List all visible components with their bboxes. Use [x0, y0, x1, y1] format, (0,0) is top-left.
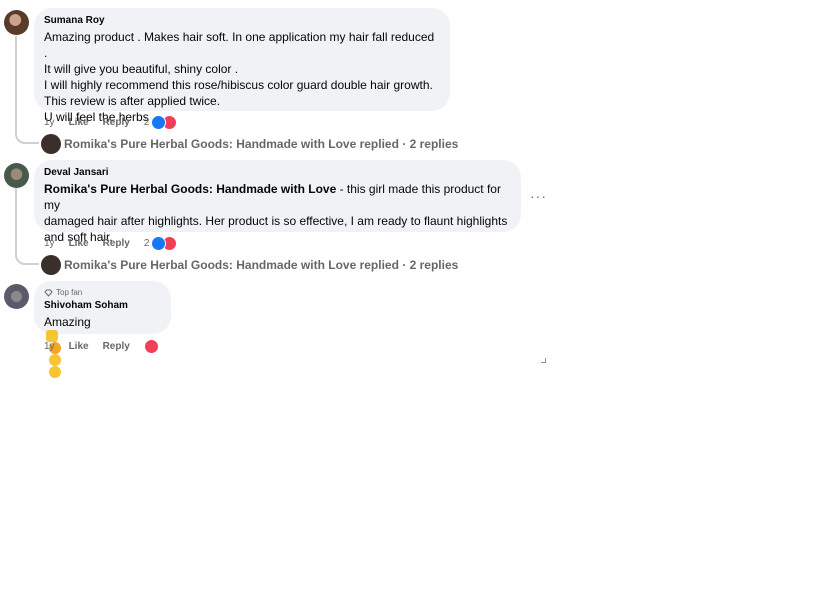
comment-line: It will give you beautiful, shiny color …: [44, 62, 239, 76]
reaction-count[interactable]: 2: [144, 238, 150, 249]
comment-time[interactable]: 1y: [44, 117, 55, 128]
like-reaction-icon[interactable]: [151, 235, 167, 251]
like-button[interactable]: Like: [69, 117, 89, 128]
comment-actions: 1y Like Reply 2: [44, 235, 178, 251]
replies-text[interactable]: Romika's Pure Herbal Goods: Handmade wit…: [64, 258, 458, 272]
comment-author[interactable]: Deval Jansari: [44, 167, 511, 179]
like-reaction-icon[interactable]: [151, 114, 167, 130]
comment-bubble: Deval Jansari Romika's Pure Herbal Goods…: [34, 160, 521, 244]
comment-line: Romika's Pure Herbal Goods: Handmade wit…: [44, 181, 511, 213]
love-reaction-icon[interactable]: [143, 338, 159, 354]
replies-link[interactable]: Romika's Pure Herbal Goods: Handmade wit…: [41, 255, 458, 275]
avatar[interactable]: [4, 284, 29, 309]
comment-bubble: Top fan Shivoham Soham Amazing: [34, 281, 171, 378]
comment-line: This review is after applied twice.: [44, 94, 221, 108]
comment-line: damaged hair after highlights. Her produ…: [44, 214, 508, 228]
comment-text: Amazing product . Makes hair soft. In on…: [44, 29, 440, 125]
thread-line: [15, 36, 17, 136]
page-avatar: [41, 134, 61, 154]
reply-button[interactable]: Reply: [103, 117, 130, 128]
comment-line: Amazing product . Makes hair soft. In on…: [44, 30, 435, 60]
comment-line: Amazing: [44, 315, 91, 329]
page-avatar: [41, 255, 61, 275]
astonished-face-icon: [49, 354, 61, 366]
like-button[interactable]: Like: [69, 341, 89, 352]
reaction-count[interactable]: 2: [144, 117, 150, 128]
more-options-button[interactable]: ···: [530, 188, 547, 204]
comment-actions: 1y Like Reply: [44, 338, 159, 354]
comment-author[interactable]: Sumana Roy: [44, 15, 440, 27]
mention-link[interactable]: Romika's Pure Herbal Goods: Handmade wit…: [44, 182, 336, 196]
comment-time[interactable]: 1y: [44, 238, 55, 249]
badge-label: Top fan: [56, 288, 83, 297]
thread-line-curve: [15, 134, 39, 144]
resize-handle-icon[interactable]: [541, 358, 546, 363]
comment-time[interactable]: 1y: [44, 341, 55, 352]
comment-line: I will highly recommend this rose/hibisc…: [44, 78, 433, 92]
replies-link[interactable]: Romika's Pure Herbal Goods: Handmade wit…: [41, 134, 458, 154]
comment-bubble: Sumana Roy Amazing product . Makes hair …: [34, 8, 450, 124]
replies-text[interactable]: Romika's Pure Herbal Goods: Handmade wit…: [64, 137, 458, 151]
reply-button[interactable]: Reply: [103, 238, 130, 249]
top-fan-badge: Top fan: [44, 288, 161, 297]
like-button[interactable]: Like: [69, 238, 89, 249]
thread-line: [15, 188, 17, 257]
thread-line-curve: [15, 255, 39, 265]
comment-actions: 1y Like Reply 2: [44, 114, 178, 130]
open-mouth-face-icon: [49, 366, 61, 378]
avatar[interactable]: [4, 10, 29, 35]
avatar[interactable]: [4, 163, 29, 188]
comment-author[interactable]: Shivoham Soham: [44, 300, 161, 312]
diamond-icon: [44, 289, 53, 297]
reply-button[interactable]: Reply: [103, 341, 130, 352]
